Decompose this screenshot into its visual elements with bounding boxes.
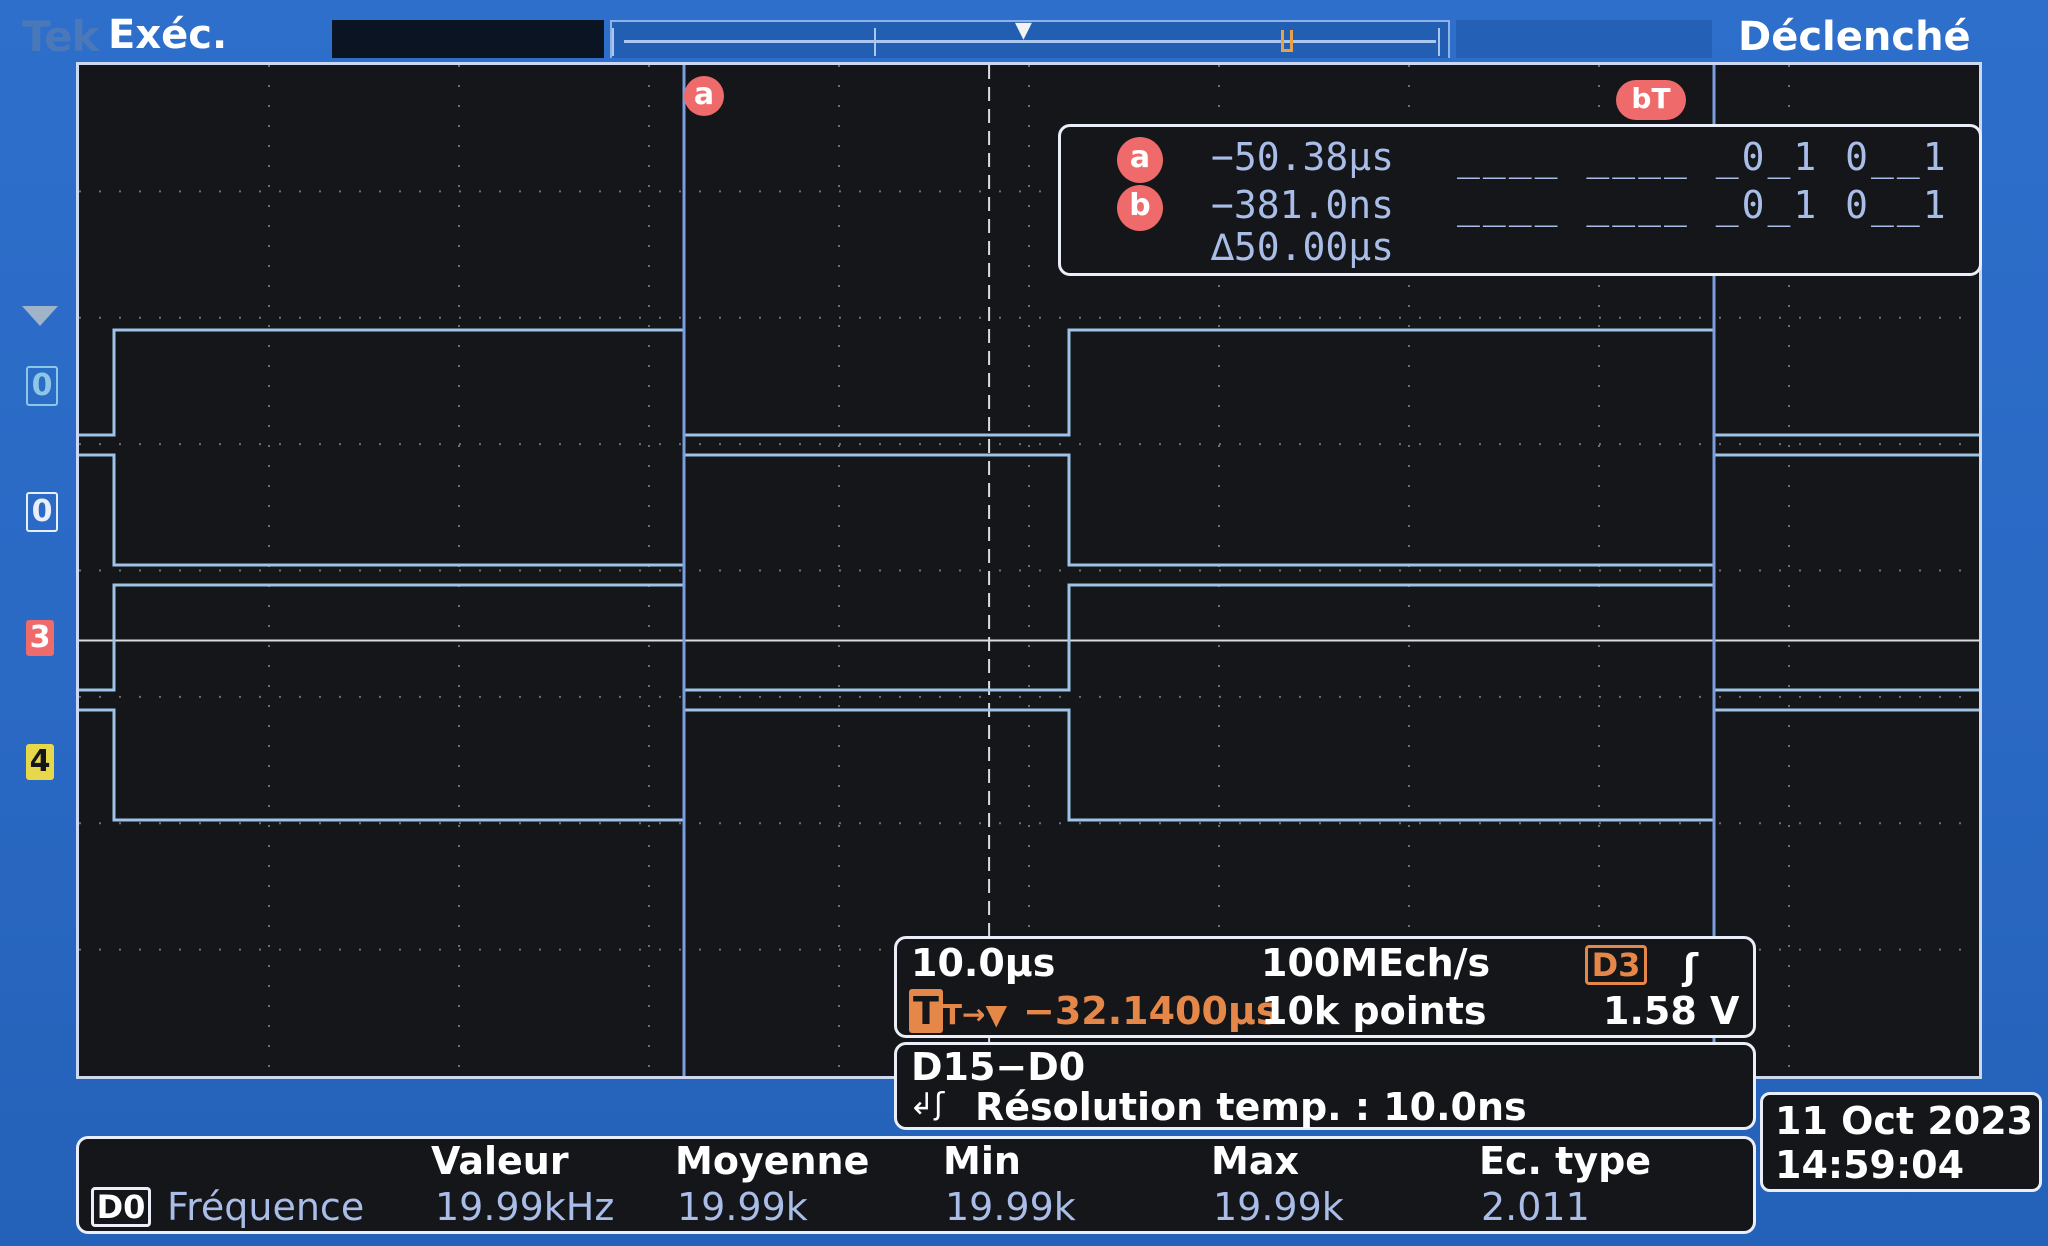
bus-name: D15−D0 bbox=[911, 1045, 1086, 1089]
rising-edge-icon: ʃ bbox=[1683, 947, 1698, 988]
trigger-position: −32.1400µs bbox=[1023, 989, 1279, 1033]
time-label: 14:59:04 bbox=[1775, 1143, 1965, 1187]
cursor-readout-panel[interactable]: a −50.38µs ____ ____ _0_1 0__1 b −381.0n… bbox=[1058, 124, 1982, 276]
measure-header-min: Min bbox=[943, 1139, 1021, 1183]
date-label: 11 Oct 2023 bbox=[1775, 1099, 2034, 1143]
cursor-b-trigger-marker[interactable]: bT bbox=[1616, 80, 1686, 120]
timebase-readout[interactable]: 10.0µs 100MEch/s D3 ʃ T T→▼ −32.1400µs 10… bbox=[894, 936, 1756, 1038]
trigger-level-icon[interactable] bbox=[22, 306, 58, 326]
cursor-a-marker[interactable]: a bbox=[684, 76, 724, 116]
date-time-display: 11 Oct 2023 14:59:04 bbox=[1760, 1092, 2042, 1192]
cursor-b-bits: ____ ____ _0_1 0__1 bbox=[1457, 183, 1949, 227]
channel-tag-d3[interactable]: 3 bbox=[26, 620, 54, 656]
measurement-table[interactable]: Valeur Moyenne Min Max Ec. type D0 Fréqu… bbox=[76, 1136, 1756, 1234]
cursor-b-row: b −381.0ns ____ ____ _0_1 0__1 bbox=[1061, 181, 1979, 231]
measure-header-stddev: Ec. type bbox=[1479, 1139, 1652, 1183]
trigger-source-badge: D3 bbox=[1585, 945, 1647, 985]
trigger-arrow-icon: T→▼ bbox=[942, 998, 1008, 1031]
cursor-a-badge: a bbox=[1117, 137, 1163, 183]
measure-name: Fréquence bbox=[167, 1185, 365, 1229]
cursor-a-row: a −50.38µs ____ ____ _0_1 0__1 bbox=[1061, 133, 1979, 183]
measure-header-mean: Moyenne bbox=[675, 1139, 870, 1183]
measure-header-value: Valeur bbox=[431, 1139, 569, 1183]
oscilloscope-screen: Tek Exéc. ▼ Déclenché 0 0 3 4 a bT a −50… bbox=[0, 0, 2048, 1246]
trigger-status: Déclenché bbox=[1738, 14, 1971, 60]
trace-d1 bbox=[79, 453, 1979, 567]
trace-d3 bbox=[79, 583, 1979, 692]
channel-tag-d0[interactable]: 0 bbox=[26, 366, 58, 406]
time-resolution: Résolution temp. : 10.0ns bbox=[975, 1085, 1527, 1129]
trigger-t-icon: T bbox=[909, 989, 943, 1033]
status-area bbox=[1456, 20, 1712, 58]
record-length: 10k points bbox=[1261, 989, 1487, 1033]
record-tick bbox=[874, 28, 876, 56]
brand-logo: Tek bbox=[22, 12, 99, 61]
trigger-level: 1.58 V bbox=[1603, 989, 1740, 1033]
cursor-delta: ∆50.00µs bbox=[1211, 225, 1395, 269]
measure-min: 19.99k bbox=[945, 1185, 1076, 1229]
top-status-bar: Tek Exéc. ▼ Déclenché bbox=[0, 0, 2048, 61]
cursor-b-time: −381.0ns bbox=[1211, 183, 1395, 227]
trigger-position-icon: ▼ bbox=[1015, 18, 1032, 43]
measure-value: 19.99kHz bbox=[435, 1185, 615, 1229]
record-tick bbox=[612, 28, 614, 56]
measure-mean: 19.99k bbox=[677, 1185, 808, 1229]
measure-header-max: Max bbox=[1211, 1139, 1299, 1183]
view-window-marker-icon bbox=[1281, 30, 1293, 52]
measure-stddev: 2.011 bbox=[1481, 1185, 1590, 1229]
measure-source-badge: D0 bbox=[91, 1187, 151, 1227]
horizontal-scale: 10.0µs bbox=[911, 941, 1056, 985]
channel-tag-d1[interactable]: 0 bbox=[26, 492, 58, 532]
measure-max: 19.99k bbox=[1213, 1185, 1344, 1229]
timing-icon: ↲ʃ bbox=[909, 1087, 945, 1122]
trigger-position-prefix: T T→▼ bbox=[909, 989, 1007, 1033]
cursor-b-badge: b bbox=[1117, 185, 1163, 231]
record-tick bbox=[1438, 28, 1440, 56]
cursor-a-time: −50.38µs bbox=[1211, 135, 1395, 179]
channel-tag-d4[interactable]: 4 bbox=[26, 744, 54, 780]
sample-rate: 100MEch/s bbox=[1261, 941, 1491, 985]
run-state-label[interactable]: Exéc. bbox=[108, 12, 227, 58]
digital-bus-info[interactable]: D15−D0 ↲ʃ Résolution temp. : 10.0ns bbox=[894, 1042, 1756, 1130]
acquisition-info-area bbox=[332, 20, 604, 58]
cursor-a-bits: ____ ____ _0_1 0__1 bbox=[1457, 135, 1949, 179]
